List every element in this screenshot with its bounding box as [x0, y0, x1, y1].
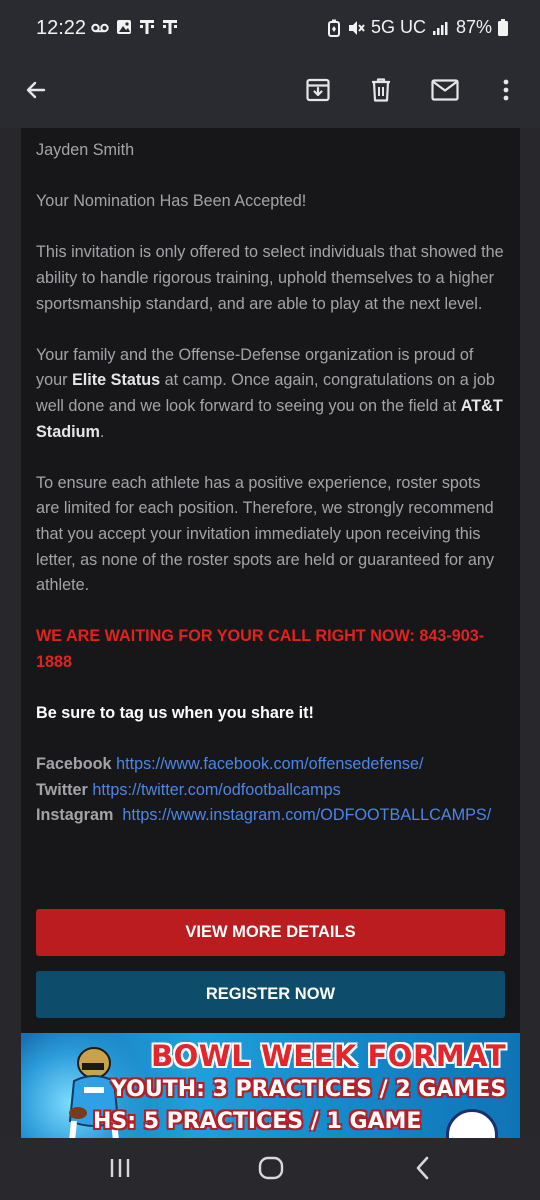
mute-icon [347, 19, 365, 37]
email-paragraph-status: Your family and the Offense-Defense orga… [36, 343, 506, 445]
twitter-link[interactable]: https://twitter.com/odfootballcamps [92, 781, 340, 799]
status-left-icons [91, 19, 178, 40]
email-card: Jayden Smith Your Nomination Has Been Ac… [21, 128, 520, 1138]
camp-logo [446, 1109, 498, 1138]
view-more-details-button[interactable]: VIEW MORE DETAILS [36, 909, 505, 956]
bowl-week-banner[interactable]: BOWL WEEK FORMAT YOUTH: 3 PRACTICES / 2 … [21, 1033, 520, 1138]
register-now-button[interactable]: REGISTER NOW [36, 971, 505, 1018]
battery-saver-icon [327, 19, 341, 37]
recents-icon [108, 1157, 132, 1184]
email-body: Jayden Smith Your Nomination Has Been Ac… [36, 138, 506, 829]
more-options-button[interactable] [482, 68, 530, 116]
email-headline: Your Nomination Has Been Accepted! [36, 192, 307, 211]
elite-status-text: Elite Status [72, 371, 161, 390]
banner-title: BOWL WEEK FORMAT [151, 1039, 507, 1073]
battery-percent: 87% [455, 17, 492, 37]
mark-unread-button[interactable] [421, 68, 469, 116]
facebook-label: Facebook [36, 755, 112, 774]
mark-unread-icon [431, 78, 459, 106]
email-paragraph-roster: To ensure each athlete has a positive ex… [36, 473, 495, 595]
status-time: 12:22 [36, 17, 87, 39]
facebook-link[interactable]: https://www.facebook.com/offensedefense/ [116, 755, 423, 773]
tmobile-icon [139, 19, 155, 40]
system-back-button[interactable] [399, 1150, 447, 1190]
home-button[interactable] [247, 1150, 295, 1190]
tmobile-icon [162, 19, 178, 40]
email-paragraph-invitation: This invitation is only offered to selec… [36, 243, 504, 313]
battery-icon [498, 19, 508, 36]
archive-icon [305, 77, 331, 108]
instagram-label: Instagram [36, 806, 114, 825]
signal-icon [432, 20, 450, 36]
status-bar: 12:22 5G UC 87% [0, 0, 540, 56]
network-label: 5G UC [370, 17, 426, 37]
back-arrow-icon [24, 78, 48, 107]
photo-icon [116, 19, 132, 40]
social-facebook: Facebook https://www.facebook.com/offens… [36, 752, 506, 778]
social-twitter: Twitter https://twitter.com/odfootballca… [36, 778, 506, 804]
navigation-bar [0, 1138, 540, 1200]
back-icon [415, 1156, 431, 1185]
banner-youth-format: YOUTH: 3 PRACTICES / 2 GAMES [111, 1077, 507, 1102]
voicemail-icon [91, 21, 109, 39]
delete-icon [369, 77, 393, 108]
delete-button[interactable] [357, 68, 405, 116]
social-instagram: Instagram https://www.instagram.com/ODFO… [36, 803, 506, 829]
call-to-action-text: WE ARE WAITING FOR YOUR CALL RIGHT NOW: … [36, 627, 485, 671]
status-right: 5G UC 87% [327, 17, 508, 38]
instagram-link[interactable]: https://www.instagram.com/ODFOOTBALLCAMP… [122, 806, 491, 824]
back-button[interactable] [12, 68, 60, 116]
banner-hs-format: HS: 5 PRACTICES / 1 GAME [93, 1109, 422, 1134]
tag-us-text: Be sure to tag us when you share it! [36, 704, 314, 723]
text-segment: . [99, 422, 105, 441]
recents-button[interactable] [96, 1150, 144, 1190]
home-icon [258, 1156, 284, 1185]
social-links: Facebook https://www.facebook.com/offens… [36, 752, 506, 829]
archive-button[interactable] [294, 68, 342, 116]
email-greeting: Jayden Smith [36, 141, 135, 159]
app-bar [0, 56, 540, 128]
more-vert-icon [502, 78, 510, 107]
twitter-label: Twitter [36, 780, 88, 799]
